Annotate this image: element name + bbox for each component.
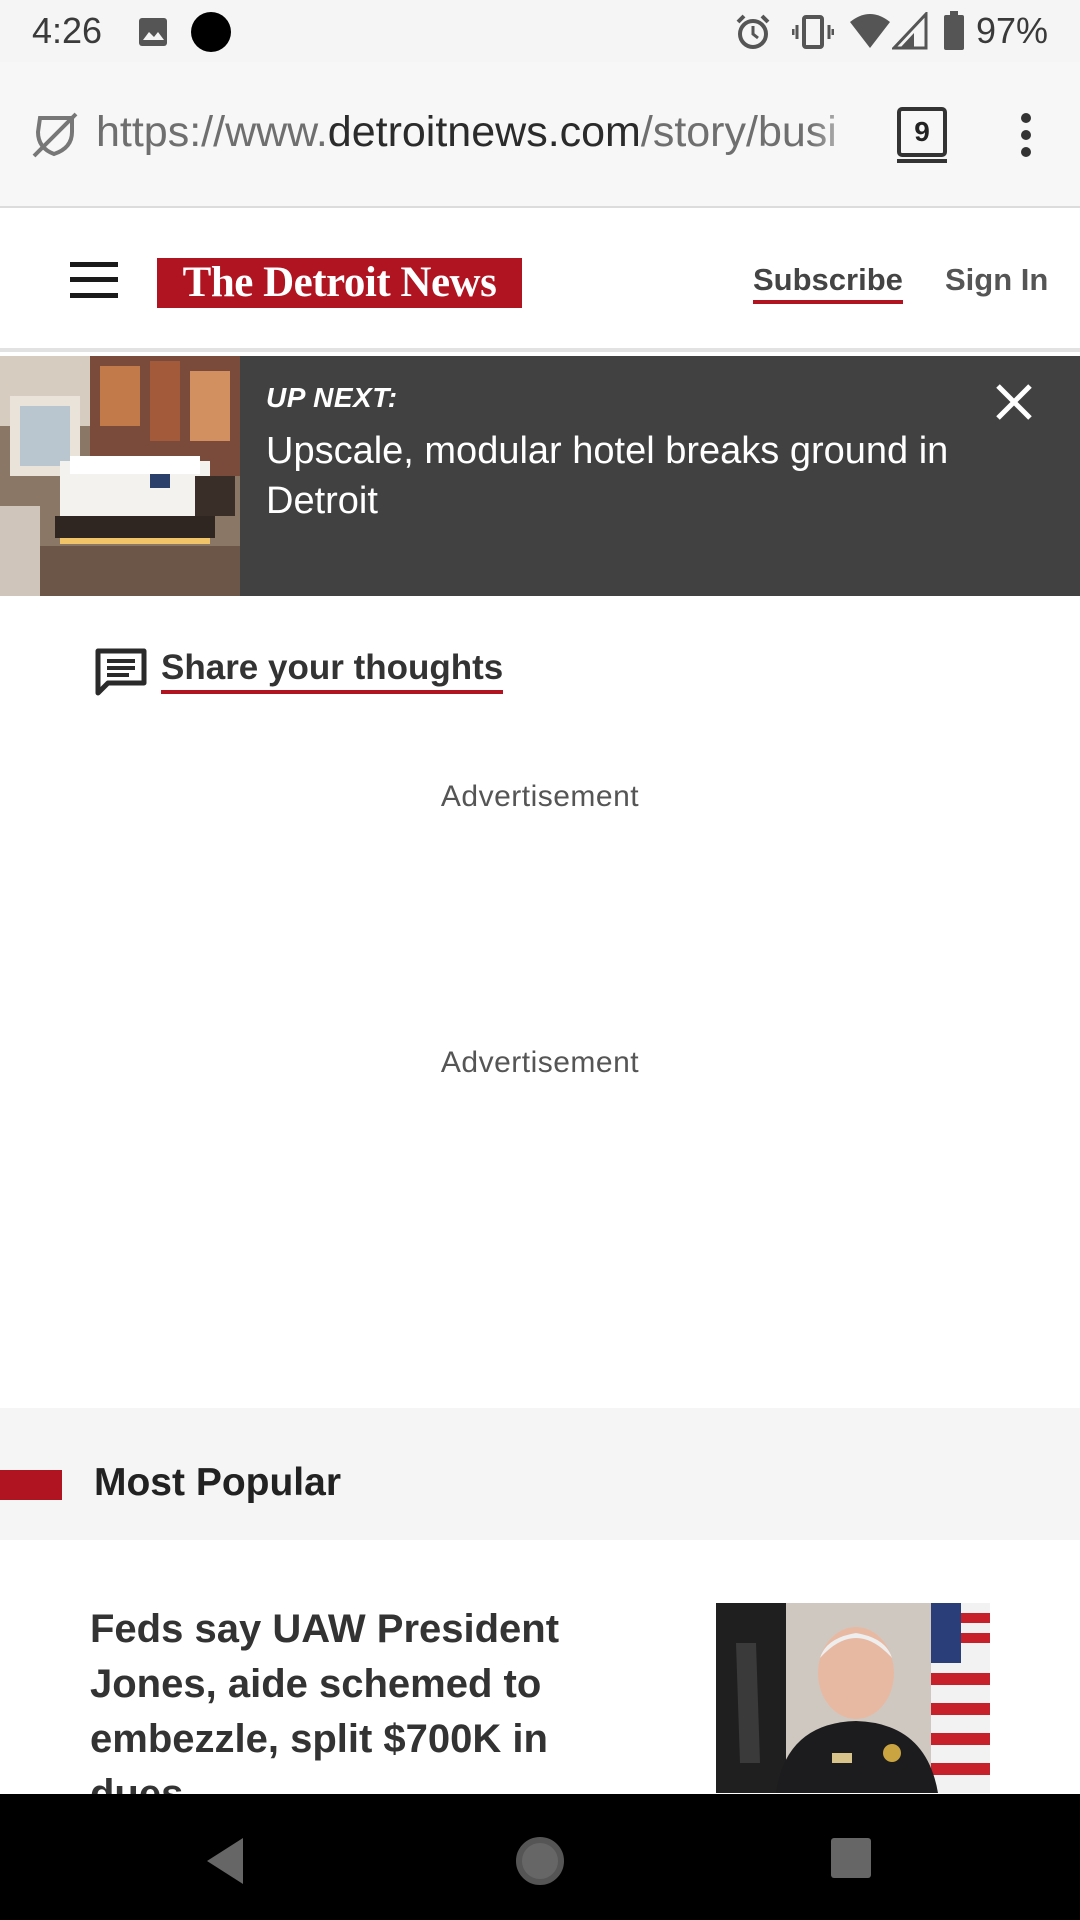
up-next-title[interactable]: Upscale, modular hotel breaks ground in … [266, 426, 1006, 526]
system-navigation-bar [0, 1794, 1080, 1920]
security-shield-icon[interactable] [32, 112, 78, 158]
overflow-menu-icon[interactable] [1012, 112, 1040, 158]
sign-in-link[interactable]: Sign In [945, 262, 1048, 298]
url-suffix: /story/busi [640, 108, 837, 156]
url-input[interactable]: https://www.detroitnews.com/story/busi [96, 108, 866, 158]
close-icon[interactable] [990, 378, 1038, 426]
advertisement-label: Advertisement [440, 1046, 640, 1079]
site-header: The Detroit News Subscribe Sign In [0, 210, 1080, 352]
image-icon [139, 18, 167, 46]
section-accent [0, 1470, 62, 1500]
site-logo[interactable]: The Detroit News [157, 258, 522, 308]
vibrate-icon [792, 15, 834, 49]
story-thumbnail[interactable] [716, 1603, 990, 1793]
home-icon[interactable] [515, 1836, 565, 1886]
url-domain: detroitnews.com [327, 108, 641, 156]
comment-icon[interactable] [95, 648, 147, 696]
hamburger-menu-icon[interactable] [70, 262, 118, 298]
battery-percent: 97% [975, 10, 1048, 51]
up-next-thumbnail[interactable] [0, 356, 240, 596]
share-your-thoughts-link[interactable]: Share your thoughts [161, 648, 504, 694]
subscribe-link[interactable]: Subscribe [753, 262, 903, 304]
story-headline[interactable]: Feds say UAW President Jones, aide schem… [90, 1602, 630, 1822]
tab-switcher-button[interactable]: 9 [897, 107, 947, 163]
browser-toolbar: https://www.detroitnews.com/story/busi 9 [0, 62, 1080, 208]
up-next-label: UP NEXT: [266, 382, 398, 413]
wifi-icon [850, 14, 890, 48]
battery-icon [944, 11, 964, 50]
url-fade [810, 102, 870, 162]
alarm-icon [736, 14, 770, 49]
up-next-banner[interactable]: UP NEXT: Upscale, modular hotel breaks g… [0, 356, 1080, 596]
most-popular-title: Most Popular [94, 1461, 342, 1504]
signal-icon [892, 12, 928, 50]
record-dot-icon [191, 12, 231, 52]
advertisement-label: Advertisement [440, 780, 640, 813]
status-bar: 4:26 97% [0, 0, 1080, 62]
url-prefix: https://www. [96, 108, 328, 156]
recents-icon[interactable] [831, 1838, 871, 1878]
status-time: 4:26 [32, 10, 103, 51]
back-icon[interactable] [203, 1836, 247, 1886]
